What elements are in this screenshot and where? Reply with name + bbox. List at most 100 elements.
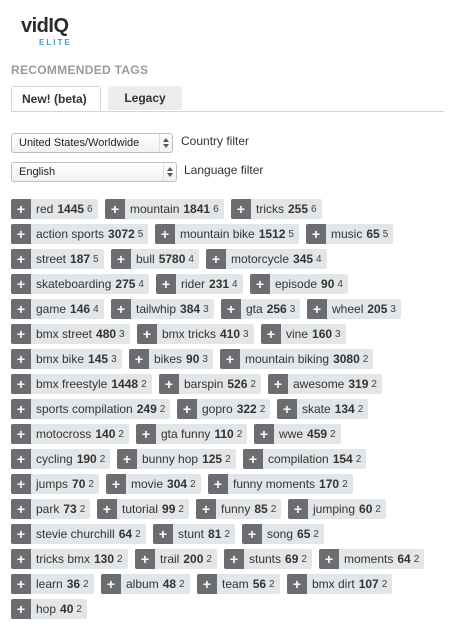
plus-icon[interactable]: + bbox=[11, 374, 31, 394]
tag-chip[interactable]: + sports compilation 249 2 bbox=[11, 399, 171, 419]
plus-icon[interactable]: + bbox=[288, 499, 308, 519]
tag-chip[interactable]: + movie 304 2 bbox=[106, 474, 201, 494]
plus-icon[interactable]: + bbox=[11, 274, 31, 294]
tag-chip[interactable]: + mountain bike 1512 5 bbox=[155, 224, 299, 244]
tag-chip[interactable]: + bmx freestyle 1448 2 bbox=[11, 374, 152, 394]
tag-chip[interactable]: + funny 85 2 bbox=[196, 499, 282, 519]
tag-chip[interactable]: + tricks 255 6 bbox=[231, 199, 322, 219]
tab-legacy[interactable]: Legacy bbox=[108, 86, 182, 110]
tag-chip[interactable]: + gta funny 110 2 bbox=[136, 424, 248, 444]
tag-chip[interactable]: + song 65 2 bbox=[242, 524, 324, 544]
tag-chip[interactable]: + gopro 322 2 bbox=[177, 399, 271, 419]
plus-icon[interactable]: + bbox=[11, 549, 31, 569]
plus-icon[interactable]: + bbox=[11, 249, 31, 269]
plus-icon[interactable]: + bbox=[242, 524, 262, 544]
plus-icon[interactable]: + bbox=[159, 374, 179, 394]
plus-icon[interactable]: + bbox=[261, 324, 281, 344]
plus-icon[interactable]: + bbox=[137, 324, 157, 344]
plus-icon[interactable]: + bbox=[136, 424, 156, 444]
plus-icon[interactable]: + bbox=[11, 224, 31, 244]
plus-icon[interactable]: + bbox=[106, 474, 126, 494]
tag-chip[interactable]: + gta 256 3 bbox=[221, 299, 301, 319]
tag-chip[interactable]: + bmx dirt 107 2 bbox=[287, 574, 393, 594]
tag-chip[interactable]: + bmx tricks 410 3 bbox=[137, 324, 254, 344]
plus-icon[interactable]: + bbox=[277, 399, 297, 419]
plus-icon[interactable]: + bbox=[11, 424, 31, 444]
plus-icon[interactable]: + bbox=[268, 374, 288, 394]
plus-icon[interactable]: + bbox=[11, 449, 31, 469]
plus-icon[interactable]: + bbox=[307, 299, 327, 319]
language-select[interactable]: English bbox=[11, 162, 177, 182]
tag-chip[interactable]: + trail 200 2 bbox=[135, 549, 217, 569]
tag-chip[interactable]: + motorcycle 345 4 bbox=[206, 249, 327, 269]
plus-icon[interactable]: + bbox=[208, 474, 228, 494]
tag-chip[interactable]: + stunts 69 2 bbox=[224, 549, 312, 569]
plus-icon[interactable]: + bbox=[11, 499, 31, 519]
tag-chip[interactable]: + stevie churchill 64 2 bbox=[11, 524, 146, 544]
tag-chip[interactable]: + jumps 70 2 bbox=[11, 474, 99, 494]
tag-chip[interactable]: + tutorial 99 2 bbox=[97, 499, 189, 519]
plus-icon[interactable]: + bbox=[101, 574, 121, 594]
tag-chip[interactable]: + mountain 1841 6 bbox=[105, 199, 224, 219]
tag-chip[interactable]: + park 73 2 bbox=[11, 499, 91, 519]
tag-chip[interactable]: + barspin 526 2 bbox=[159, 374, 261, 394]
tag-chip[interactable]: + music 65 5 bbox=[306, 224, 394, 244]
plus-icon[interactable]: + bbox=[11, 524, 31, 544]
tag-chip[interactable]: + jumping 60 2 bbox=[288, 499, 386, 519]
tag-chip[interactable]: + moments 64 2 bbox=[319, 549, 425, 569]
tag-chip[interactable]: + wwe 459 2 bbox=[254, 424, 341, 444]
plus-icon[interactable]: + bbox=[287, 574, 307, 594]
tag-chip[interactable]: + game 146 4 bbox=[11, 299, 104, 319]
plus-icon[interactable]: + bbox=[220, 349, 240, 369]
tag-chip[interactable]: + bikes 90 3 bbox=[129, 349, 213, 369]
plus-icon[interactable]: + bbox=[206, 249, 226, 269]
tag-chip[interactable]: + compilation 154 2 bbox=[243, 449, 367, 469]
plus-icon[interactable]: + bbox=[155, 224, 175, 244]
country-select[interactable]: United States/Worldwide bbox=[11, 133, 173, 153]
plus-icon[interactable]: + bbox=[197, 574, 217, 594]
tag-chip[interactable]: + skateboarding 275 4 bbox=[11, 274, 149, 294]
plus-icon[interactable]: + bbox=[11, 349, 31, 369]
tag-chip[interactable]: + awesome 319 2 bbox=[268, 374, 382, 394]
plus-icon[interactable]: + bbox=[306, 224, 326, 244]
tag-chip[interactable]: + hop 40 2 bbox=[11, 599, 87, 619]
tag-chip[interactable]: + funny moments 170 2 bbox=[208, 474, 353, 494]
plus-icon[interactable]: + bbox=[224, 549, 244, 569]
tag-chip[interactable]: + stunt 81 2 bbox=[153, 524, 235, 544]
plus-icon[interactable]: + bbox=[243, 449, 263, 469]
plus-icon[interactable]: + bbox=[129, 349, 149, 369]
plus-icon[interactable]: + bbox=[254, 424, 274, 444]
plus-icon[interactable]: + bbox=[177, 399, 197, 419]
tag-chip[interactable]: + motocross 140 2 bbox=[11, 424, 129, 444]
plus-icon[interactable]: + bbox=[97, 499, 117, 519]
tag-chip[interactable]: + album 48 2 bbox=[101, 574, 190, 594]
tag-chip[interactable]: + tailwhip 384 3 bbox=[111, 299, 214, 319]
tag-chip[interactable]: + mountain biking 3080 2 bbox=[220, 349, 374, 369]
tag-chip[interactable]: + skate 134 2 bbox=[277, 399, 369, 419]
plus-icon[interactable]: + bbox=[105, 199, 125, 219]
tag-chip[interactable]: + wheel 205 3 bbox=[307, 299, 401, 319]
tag-chip[interactable]: + street 187 5 bbox=[11, 249, 104, 269]
plus-icon[interactable]: + bbox=[111, 249, 131, 269]
tag-chip[interactable]: + team 56 2 bbox=[197, 574, 280, 594]
tag-chip[interactable]: + bmx street 480 3 bbox=[11, 324, 130, 344]
tag-chip[interactable]: + tricks bmx 130 2 bbox=[11, 549, 128, 569]
plus-icon[interactable]: + bbox=[11, 324, 31, 344]
plus-icon[interactable]: + bbox=[111, 299, 131, 319]
tag-chip[interactable]: + learn 36 2 bbox=[11, 574, 94, 594]
plus-icon[interactable]: + bbox=[153, 524, 173, 544]
tag-chip[interactable]: + rider 231 4 bbox=[156, 274, 243, 294]
plus-icon[interactable]: + bbox=[135, 549, 155, 569]
plus-icon[interactable]: + bbox=[11, 199, 31, 219]
plus-icon[interactable]: + bbox=[231, 199, 251, 219]
plus-icon[interactable]: + bbox=[117, 449, 137, 469]
tag-chip[interactable]: + bunny hop 125 2 bbox=[117, 449, 236, 469]
tab-new-beta[interactable]: New! (beta) bbox=[11, 86, 101, 111]
tag-chip[interactable]: + vine 160 3 bbox=[261, 324, 346, 344]
plus-icon[interactable]: + bbox=[156, 274, 176, 294]
plus-icon[interactable]: + bbox=[11, 599, 31, 619]
tag-chip[interactable]: + action sports 3072 5 bbox=[11, 224, 149, 244]
tag-chip[interactable]: + cycling 190 2 bbox=[11, 449, 111, 469]
plus-icon[interactable]: + bbox=[221, 299, 241, 319]
tag-chip[interactable]: + red 1445 6 bbox=[11, 199, 98, 219]
